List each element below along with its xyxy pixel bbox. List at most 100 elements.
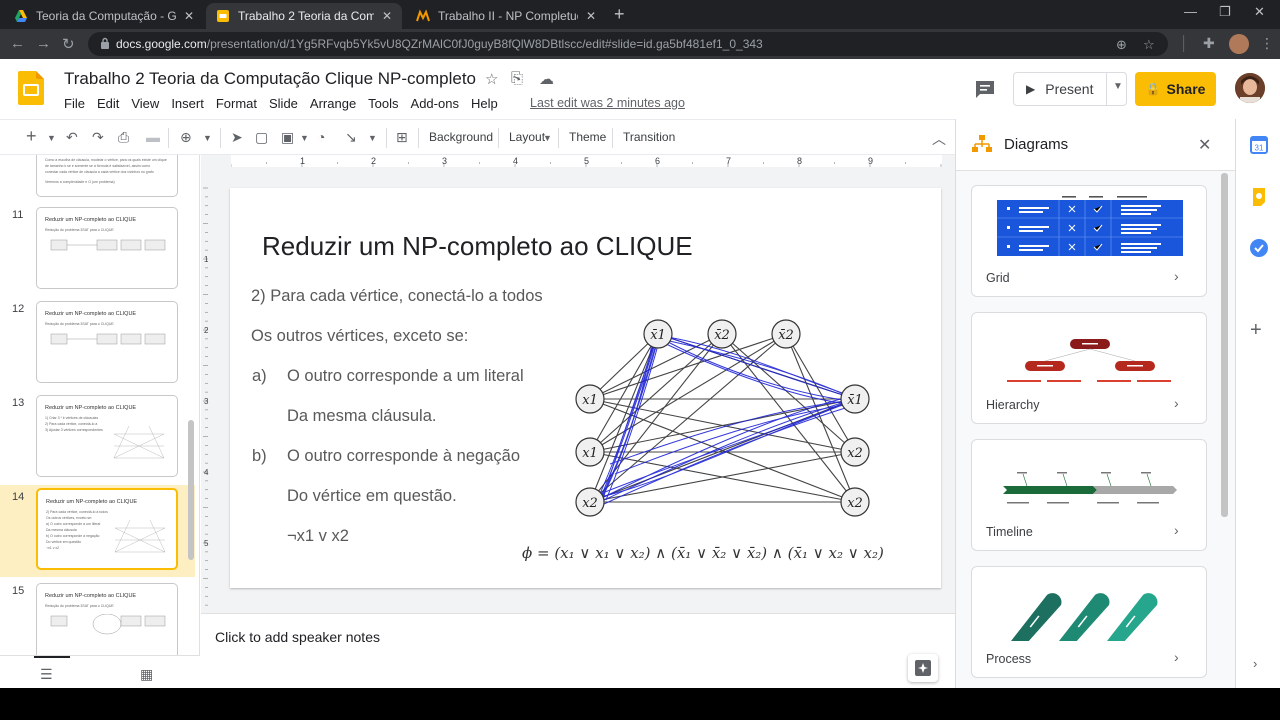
slides-logo-icon[interactable]: [18, 71, 44, 105]
chevron-down-icon[interactable]: ▼: [203, 133, 212, 143]
chevron-right-icon[interactable]: ›: [1253, 656, 1257, 671]
tasks-icon[interactable]: [1249, 238, 1269, 258]
minimize-icon[interactable]: —: [1184, 4, 1197, 19]
share-button[interactable]: 🔒 Share: [1135, 72, 1216, 106]
browser-menu-icon[interactable]: ⋮: [1260, 35, 1274, 52]
chevron-up-icon[interactable]: ︿: [932, 129, 946, 149]
diagram-card-process[interactable]: Process ›: [971, 566, 1207, 678]
text-box-icon[interactable]: ▢: [255, 129, 268, 146]
profile-avatar[interactable]: [1229, 34, 1249, 54]
keep-icon[interactable]: [1249, 187, 1269, 207]
chevron-down-icon[interactable]: ▼: [543, 133, 552, 143]
slide-thumbnail-14[interactable]: 14 Reduzir um NP-completo ao CLIQUE 2) P…: [0, 485, 195, 577]
close-icon[interactable]: ✕: [1198, 135, 1211, 155]
clique-graph-image[interactable]: x̄1 x̄2 x̄2 x1 x1 x2 x̄1 x2 x2: [570, 314, 880, 524]
chevron-down-icon[interactable]: ▼: [368, 133, 377, 143]
slide-text-line[interactable]: ¬x1 v x2: [287, 527, 349, 546]
menu-insert[interactable]: Insert: [171, 96, 204, 111]
zoom-icon[interactable]: ⊕: [180, 129, 192, 146]
add-comment-icon[interactable]: ⊞: [396, 129, 408, 146]
filmstrip-scrollbar[interactable]: [188, 420, 194, 560]
diagram-card-label: Grid: [986, 271, 1010, 285]
chevron-down-icon[interactable]: ▼: [1113, 81, 1123, 92]
browser-tab-trabalho[interactable]: Trabalho II - NP Completude (Fas ✕: [406, 3, 606, 29]
star-icon[interactable]: ☆: [1143, 37, 1155, 53]
speaker-notes-placeholder[interactable]: Click to add speaker notes: [215, 629, 380, 645]
diagrams-panel-scrollbar[interactable]: [1221, 173, 1228, 517]
slide-text-line[interactable]: Da mesma cláusula.: [287, 407, 436, 426]
chevron-down-icon[interactable]: ▼: [300, 133, 309, 143]
reload-icon[interactable]: ↻: [62, 35, 75, 53]
paint-format-icon[interactable]: ▬: [146, 129, 160, 145]
menu-file[interactable]: File: [64, 96, 85, 111]
window-close-icon[interactable]: ✕: [1254, 4, 1265, 20]
close-icon[interactable]: ✕: [382, 9, 392, 23]
select-cursor-icon[interactable]: ➤: [231, 129, 243, 146]
document-title[interactable]: Trabalho 2 Teoria da Computação Clique N…: [64, 69, 476, 89]
slide-title[interactable]: Reduzir um NP-completo ao CLIQUE: [262, 231, 693, 262]
calendar-icon[interactable]: 31: [1249, 135, 1269, 155]
current-slide[interactable]: Reduzir um NP-completo ao CLIQUE 2) Para…: [230, 188, 941, 588]
extensions-icon[interactable]: ✚: [1203, 35, 1215, 52]
last-edit-link[interactable]: Last edit was 2 minutes ago: [530, 96, 685, 110]
slide-thumbnail-prev[interactable]: Como a escolha de cláusula, modelar o vé…: [0, 155, 195, 205]
close-icon[interactable]: ✕: [586, 9, 596, 23]
layout-button[interactable]: Layout: [509, 130, 545, 144]
diagram-card-hierarchy[interactable]: Hierarchy ›: [971, 312, 1207, 424]
slide-text-line[interactable]: Do vértice em questão.: [287, 487, 457, 506]
diagram-card-grid[interactable]: Grid ›: [971, 185, 1207, 297]
menu-help[interactable]: Help: [471, 96, 498, 111]
add-addon-icon[interactable]: +: [1250, 319, 1262, 342]
comment-history-icon[interactable]: [974, 79, 996, 99]
boolean-formula[interactable]: ϕ = (x₁ ∨ x₁ ∨ x₂) ∧ (x̄₁ ∨ x̄₂ ∨ x̄₂) ∧…: [522, 544, 884, 562]
slide-thumbnail-11[interactable]: 11 Reduzir um NP-completo ao CLIQUE Redu…: [0, 203, 195, 297]
menu-addons[interactable]: Add-ons: [411, 96, 459, 111]
back-icon[interactable]: ←: [10, 35, 25, 52]
menu-edit[interactable]: Edit: [97, 96, 119, 111]
filmstrip-view-icon[interactable]: ☰: [40, 666, 53, 683]
line-icon[interactable]: ↘: [345, 129, 357, 146]
grid-view-icon[interactable]: ▦: [140, 666, 153, 683]
vertical-ruler[interactable]: 1 2 3 4 5: [201, 167, 213, 607]
redo-icon[interactable]: ↷: [92, 129, 104, 146]
new-slide-icon[interactable]: +: [26, 126, 37, 147]
menu-slide[interactable]: Slide: [269, 96, 298, 111]
app-root: Teoria da Computação - Google ✕ Trabalho…: [0, 0, 1280, 688]
zoom-icon[interactable]: ⊕: [1116, 37, 1127, 53]
menu-view[interactable]: View: [131, 96, 159, 111]
slide-thumbnail-13[interactable]: 13 Reduzir um NP-completo ao CLIQUE 1) C…: [0, 391, 195, 485]
close-icon[interactable]: ✕: [184, 9, 194, 23]
slide-text-line[interactable]: 2) Para cada vértice, conectá-lo a todos: [251, 287, 543, 306]
slide-text-line[interactable]: O outro corresponde a um literal: [287, 367, 524, 386]
slide-thumbnail-15[interactable]: 15 Reduzir um NP-completo ao CLIQUE Redu…: [0, 579, 195, 655]
undo-icon[interactable]: ↶: [66, 129, 78, 146]
new-tab-icon[interactable]: +: [614, 4, 625, 25]
address-bar[interactable]: docs.google.com/presentation/d/1Yg5RFvqb…: [88, 32, 1168, 56]
slide-text-line[interactable]: O outro corresponde à negação: [287, 447, 520, 466]
image-icon[interactable]: ▣: [281, 129, 294, 146]
chevron-down-icon[interactable]: ▼: [47, 133, 56, 143]
print-icon[interactable]: ⎙: [118, 129, 129, 146]
background-button[interactable]: Background: [429, 130, 493, 144]
explore-button[interactable]: [908, 654, 938, 682]
forward-icon[interactable]: →: [36, 35, 51, 52]
diagram-card-timeline[interactable]: Timeline ›: [971, 439, 1207, 551]
horizontal-ruler[interactable]: 1 2 3 4 5 6 7 8 9: [231, 155, 945, 167]
browser-tab-slides[interactable]: Trabalho 2 Teoria da Computação ✕: [206, 3, 402, 29]
menu-arrange[interactable]: Arrange: [310, 96, 356, 111]
theme-button[interactable]: Theme: [569, 130, 606, 144]
menu-tools[interactable]: Tools: [368, 96, 398, 111]
account-avatar[interactable]: [1235, 73, 1265, 103]
menu-format[interactable]: Format: [216, 96, 257, 111]
browser-tab-drive[interactable]: Teoria da Computação - Google ✕: [4, 3, 204, 29]
move-folder-icon[interactable]: ⎘: [511, 70, 523, 87]
slide-text-line[interactable]: Os outros vértices, exceto se:: [251, 327, 468, 346]
present-button[interactable]: ▶ Present ▼: [1013, 72, 1127, 106]
speaker-notes[interactable]: Click to add speaker notes: [201, 613, 955, 688]
star-icon[interactable]: ☆: [485, 70, 498, 88]
shape-icon[interactable]: ◔: [317, 129, 325, 145]
maximize-icon[interactable]: ❐: [1219, 4, 1231, 20]
thumb-text: 1) Criar 3 * k vértices de cláusulas: [45, 416, 99, 420]
slide-thumbnail-12[interactable]: 12 Reduzir um NP-completo ao CLIQUE Redu…: [0, 297, 195, 391]
transition-button[interactable]: Transition: [623, 130, 675, 144]
